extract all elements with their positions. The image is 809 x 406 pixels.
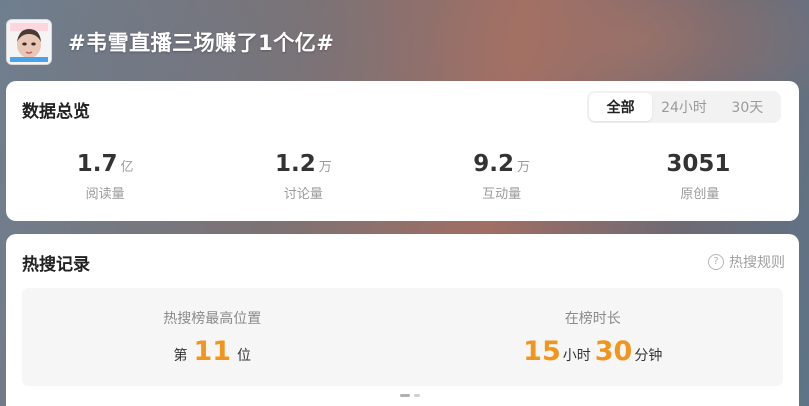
highest-position-suffix: 位 (237, 348, 252, 364)
duration-minutes-unit: 分钟 (634, 348, 663, 364)
stat-reads-value: 1.7 (76, 151, 118, 177)
topic-title: #韦雪直播三场赚了1个亿# (68, 31, 335, 55)
stats-row: 1.7 亿 阅读量 1.2 万 讨论量 9.2 万 互动量 3051 原创量 (6, 151, 799, 202)
tab-30-days[interactable]: 30天 (716, 93, 779, 121)
stat-interactions-value: 9.2 (473, 151, 514, 177)
stat-interactions: 9.2 万 互动量 (403, 151, 601, 202)
avatar-image (7, 20, 51, 64)
duration-minutes: 30 (594, 336, 633, 367)
highest-position-prefix: 第 (173, 348, 188, 364)
data-overview-card: 数据总览 全部 24小时 30天 1.7 亿 阅读量 1.2 万 讨论量 9.2… (6, 81, 799, 221)
stat-original-value: 3051 (666, 151, 731, 177)
overview-title: 数据总览 (22, 102, 90, 122)
hot-search-title: 热搜记录 (22, 255, 90, 275)
time-range-tabs: 全部 24小时 30天 (587, 91, 781, 123)
hot-search-card: 热搜记录 ? 热搜规则 热搜榜最高位置 第 11 位 在榜时长 15 小时 30… (6, 234, 799, 406)
stat-discussions: 1.2 万 讨论量 (204, 151, 402, 202)
question-circle-icon: ? (708, 254, 724, 270)
stat-discussions-value: 1.2 (274, 151, 316, 177)
hot-search-rules-link[interactable]: ? 热搜规则 (708, 252, 785, 272)
topic-header: #韦雪直播三场赚了1个亿# (6, 16, 334, 68)
duration-hours: 15 (523, 336, 561, 367)
stat-discussions-label: 讨论量 (283, 187, 323, 202)
stat-reads-label: 阅读量 (85, 187, 125, 202)
stat-reads-unit: 亿 (120, 160, 134, 175)
tab-24-hours[interactable]: 24小时 (652, 93, 715, 121)
stat-interactions-unit: 万 (516, 160, 530, 175)
stat-original: 3051 原创量 (601, 151, 799, 202)
highest-position-value: 11 (193, 336, 232, 367)
stat-interactions-label: 互动量 (482, 187, 522, 202)
stat-reads: 1.7 亿 阅读量 (6, 151, 204, 202)
on-list-duration: 在榜时长 15 小时 30 分钟 (403, 288, 784, 386)
duration-hours-unit: 小时 (562, 348, 591, 364)
hot-search-rules-label: 热搜规则 (729, 255, 785, 271)
topic-avatar[interactable] (6, 19, 52, 65)
highest-position-label: 热搜榜最高位置 (163, 311, 262, 327)
page-indicator (398, 394, 422, 397)
stat-original-label: 原创量 (680, 187, 720, 202)
page-dot-active (400, 394, 410, 397)
hot-search-panel: 热搜榜最高位置 第 11 位 在榜时长 15 小时 30 分钟 (22, 288, 783, 386)
tab-all[interactable]: 全部 (589, 93, 653, 121)
stat-discussions-unit: 万 (318, 160, 332, 175)
highest-position: 热搜榜最高位置 第 11 位 (22, 288, 403, 386)
duration-label: 在榜时长 (564, 311, 621, 327)
page-dot (414, 394, 420, 397)
